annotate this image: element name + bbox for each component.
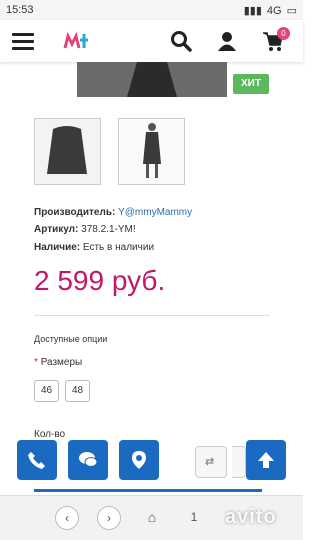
compare-button-edge[interactable]	[232, 446, 246, 478]
quantity-label: Кол-во	[34, 429, 66, 440]
location-pin-icon	[132, 451, 146, 469]
signal-icon: ▮▮▮	[243, 5, 262, 17]
divider	[34, 315, 270, 316]
phone-icon	[28, 452, 45, 469]
stock-label: Наличие:	[34, 242, 81, 253]
stock-row: Наличие: Есть в наличии	[34, 242, 154, 253]
sku-row: Артикул: 378.2.1-YM!	[34, 224, 136, 235]
forward-icon[interactable]: ›	[97, 506, 121, 530]
product-thumbnail-2[interactable]	[118, 118, 185, 185]
avito-watermark: avito	[225, 506, 277, 528]
back-icon[interactable]: ‹	[55, 506, 79, 530]
sku-value: 378.2.1-YM!	[81, 224, 136, 235]
chat-icon	[79, 452, 98, 467]
compare-icon: ⇄	[205, 456, 215, 468]
sizes-label: Размеры	[40, 357, 83, 368]
scroll-top-button[interactable]	[246, 440, 286, 480]
chat-button[interactable]	[68, 440, 108, 480]
add-to-cart-button-edge[interactable]	[34, 489, 262, 492]
size-option-46[interactable]: 46	[34, 380, 59, 402]
sku-label: Артикул:	[34, 224, 79, 235]
page-indicator[interactable]: 1	[182, 506, 206, 530]
site-header: 0	[0, 20, 303, 62]
size-option-48[interactable]: 48	[65, 380, 90, 402]
map-button[interactable]	[119, 440, 159, 480]
stock-value: Есть в наличии	[82, 242, 155, 253]
compare-button[interactable]: ⇄	[195, 446, 227, 478]
home-icon[interactable]: ⌂	[140, 506, 164, 530]
search-icon[interactable]	[170, 30, 192, 52]
product-price: 2 599 руб.	[34, 265, 166, 296]
sizes-label-row: * Размеры	[34, 357, 82, 368]
producer-label: Производитель:	[34, 207, 116, 218]
status-time: 15:53	[6, 4, 34, 16]
options-title: Доступные опции	[34, 334, 108, 344]
menu-icon[interactable]	[12, 33, 34, 50]
call-button[interactable]	[17, 440, 57, 480]
network-type: 4G	[266, 4, 282, 17]
producer-link[interactable]: Y@mmyMammy	[118, 207, 192, 218]
site-logo[interactable]	[63, 28, 89, 52]
hit-badge: ХИТ	[233, 74, 269, 94]
account-icon[interactable]	[216, 30, 238, 52]
required-mark: *	[34, 357, 38, 368]
product-thumbnail-1[interactable]	[34, 118, 101, 185]
producer-row: Производитель: Y@mmyMammy	[34, 207, 192, 218]
arrow-up-icon	[258, 452, 274, 468]
product-main-image[interactable]	[77, 62, 227, 97]
status-bar: 15:53 ▮▮▮ 4G ▭	[0, 0, 303, 20]
battery-icon: ▭	[286, 5, 297, 17]
status-icons: ▮▮▮ 4G ▭	[243, 4, 297, 18]
cart-count-badge: 0	[277, 27, 290, 40]
